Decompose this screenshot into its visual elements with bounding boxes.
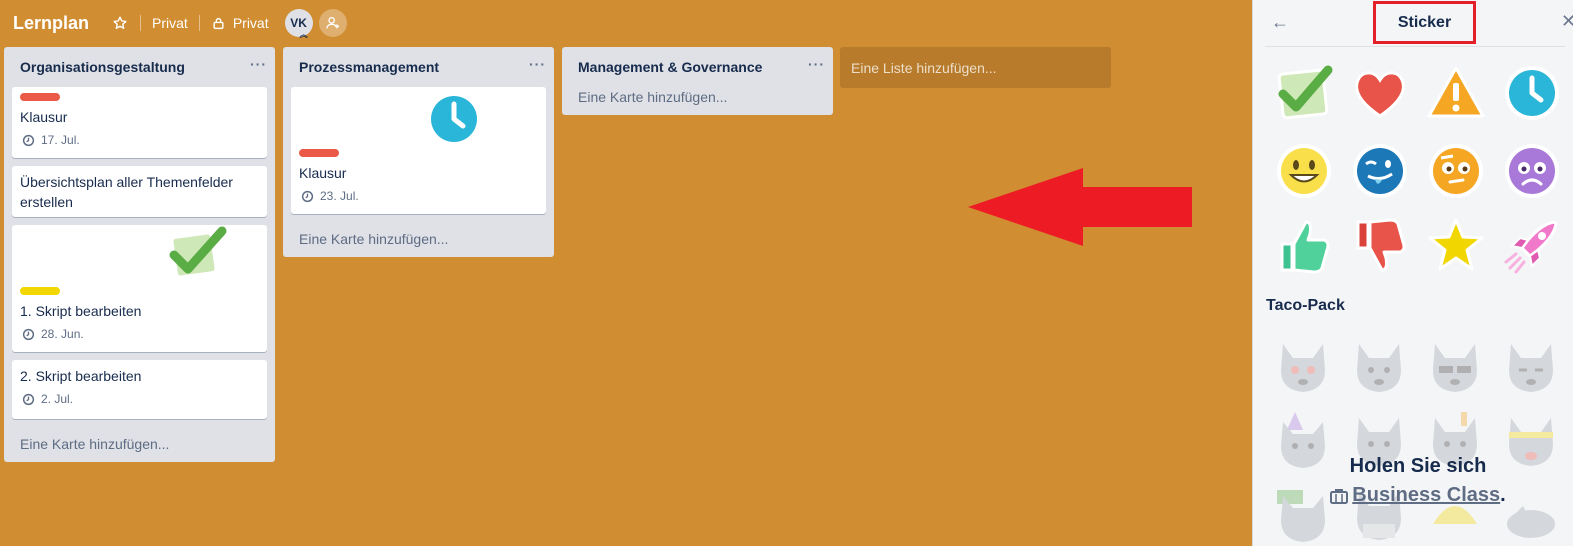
clock-sticker-icon[interactable] [1499, 60, 1565, 126]
check-sticker-icon[interactable] [1271, 60, 1337, 126]
upsell-cta: Business Class. [1313, 484, 1523, 507]
star-sticker-icon[interactable] [1423, 213, 1489, 279]
raised-eyebrow-sticker-icon[interactable] [1423, 138, 1489, 204]
card[interactable]: Übersichtsplan aller Themenfelder erstel… [12, 166, 267, 217]
upsell-headline: Holen Sie sich [1349, 455, 1487, 477]
sidebar-title: Sticker [1373, 1, 1476, 44]
list-header: Prozessmanagement ··· [283, 47, 554, 87]
add-list-button[interactable]: Eine Liste hinzufügen... [840, 47, 1111, 88]
list-header: Organisationsgestaltung ··· [4, 47, 275, 87]
add-member-icon[interactable] [318, 9, 347, 37]
taco-heart-eyes-sticker-icon [1281, 344, 1325, 392]
business-class-link[interactable]: Business Class [1352, 484, 1500, 507]
list-organisationsgestaltung: Organisationsgestaltung ··· Klausur 17. … [4, 47, 275, 462]
due-date-badge: 2. Jul. [20, 392, 259, 406]
board-title[interactable]: Lernplan [13, 13, 89, 34]
card-title: Klausur [20, 109, 68, 125]
clock-icon [22, 134, 35, 146]
list-title[interactable]: Organisationsgestaltung [20, 59, 185, 75]
check-sticker-icon [164, 225, 228, 290]
star-outline-icon[interactable] [111, 16, 129, 30]
team-visibility-button[interactable]: Privat [233, 15, 269, 31]
header-divider [198, 15, 200, 31]
clock-icon [301, 190, 314, 202]
chevron-up-icon: ︽ [299, 30, 308, 39]
close-icon[interactable]: ✕ [1561, 11, 1573, 32]
list-menu-icon[interactable]: ··· [250, 56, 267, 78]
add-card-button[interactable]: Eine Karte hinzufügen... [283, 222, 554, 257]
pack-title: Taco-Pack [1266, 297, 1345, 314]
clock-icon [22, 328, 35, 340]
list-menu-icon[interactable]: ··· [808, 56, 825, 78]
sticker-sidebar: ← Sticker ✕ [1252, 0, 1573, 546]
list-header: Management & Governance ··· [562, 47, 833, 87]
rocket-sticker-icon[interactable] [1499, 213, 1565, 279]
card-title: 1. Skript bearbeiten [20, 303, 142, 319]
divider [1265, 46, 1565, 47]
upsell-period: . [1500, 484, 1506, 506]
thumbs-down-sticker-icon[interactable] [1347, 213, 1413, 279]
add-card-button[interactable]: Eine Karte hinzufügen... [4, 427, 275, 462]
thumbs-up-sticker-icon[interactable] [1271, 213, 1337, 279]
sidebar-title-text: Sticker [1397, 13, 1452, 31]
list-title[interactable]: Prozessmanagement [299, 59, 439, 75]
due-date-badge: 28. Jun. [20, 327, 259, 341]
card-label-red [20, 93, 60, 101]
card-label-red [299, 149, 339, 157]
wink-tongue-sticker-icon[interactable] [1347, 138, 1413, 204]
due-date: 28. Jun. [41, 327, 84, 341]
card-title: Übersichtsplan aller Themenfelder erstel… [20, 174, 233, 210]
card[interactable]: 1. Skript bearbeiten 28. Jun. [12, 225, 267, 352]
lock-icon [211, 17, 227, 30]
list-prozessmanagement: Prozessmanagement ··· Klausur 23. Jul. E… [283, 47, 554, 257]
card-label-yellow [20, 287, 60, 295]
clock-sticker-icon [425, 90, 483, 153]
list-management-governance: Management & Governance ··· Eine Karte h… [562, 47, 833, 115]
warning-sticker-icon[interactable] [1423, 60, 1489, 126]
header-divider [140, 15, 142, 31]
taco-smile-sticker-icon [1357, 344, 1401, 392]
avatar-initials: VK [290, 16, 307, 30]
board-header: Lernplan Privat Privat VK ︽ [0, 0, 1252, 46]
card[interactable]: Klausur 17. Jul. [12, 87, 267, 158]
taco-sunglasses-sticker-icon [1433, 344, 1477, 392]
frown-sticker-icon[interactable] [1499, 138, 1565, 204]
due-date: 2. Jul. [41, 392, 74, 406]
due-date: 23. Jul. [320, 189, 359, 203]
card[interactable]: Klausur 23. Jul. [291, 87, 546, 214]
card-title: 2. Skript bearbeiten [20, 368, 142, 384]
due-date-badge: 23. Jul. [299, 189, 538, 203]
visibility-button[interactable]: Privat [152, 15, 188, 31]
add-card-button[interactable]: Eine Karte hinzufügen... [562, 87, 833, 115]
due-date: 17. Jul. [41, 133, 80, 147]
business-class-upsell: Holen Sie sich Business Class. [1313, 455, 1523, 507]
list-menu-icon[interactable]: ··· [529, 56, 546, 78]
list-title[interactable]: Management & Governance [578, 59, 762, 75]
back-arrow-icon[interactable]: ← [1271, 12, 1289, 33]
taco-smirk-sticker-icon [1509, 344, 1553, 392]
heart-sticker-icon[interactable] [1347, 60, 1413, 126]
avatar[interactable]: VK ︽ [284, 9, 313, 39]
red-arrow-annotation [968, 168, 1192, 246]
due-date-badge: 17. Jul. [20, 133, 259, 147]
card[interactable]: 2. Skript bearbeiten 2. Jul. [12, 360, 267, 419]
briefcase-icon [1330, 488, 1349, 504]
card-title: Klausur [299, 165, 347, 181]
clock-icon [22, 393, 35, 405]
smile-sticker-icon[interactable] [1271, 138, 1337, 204]
